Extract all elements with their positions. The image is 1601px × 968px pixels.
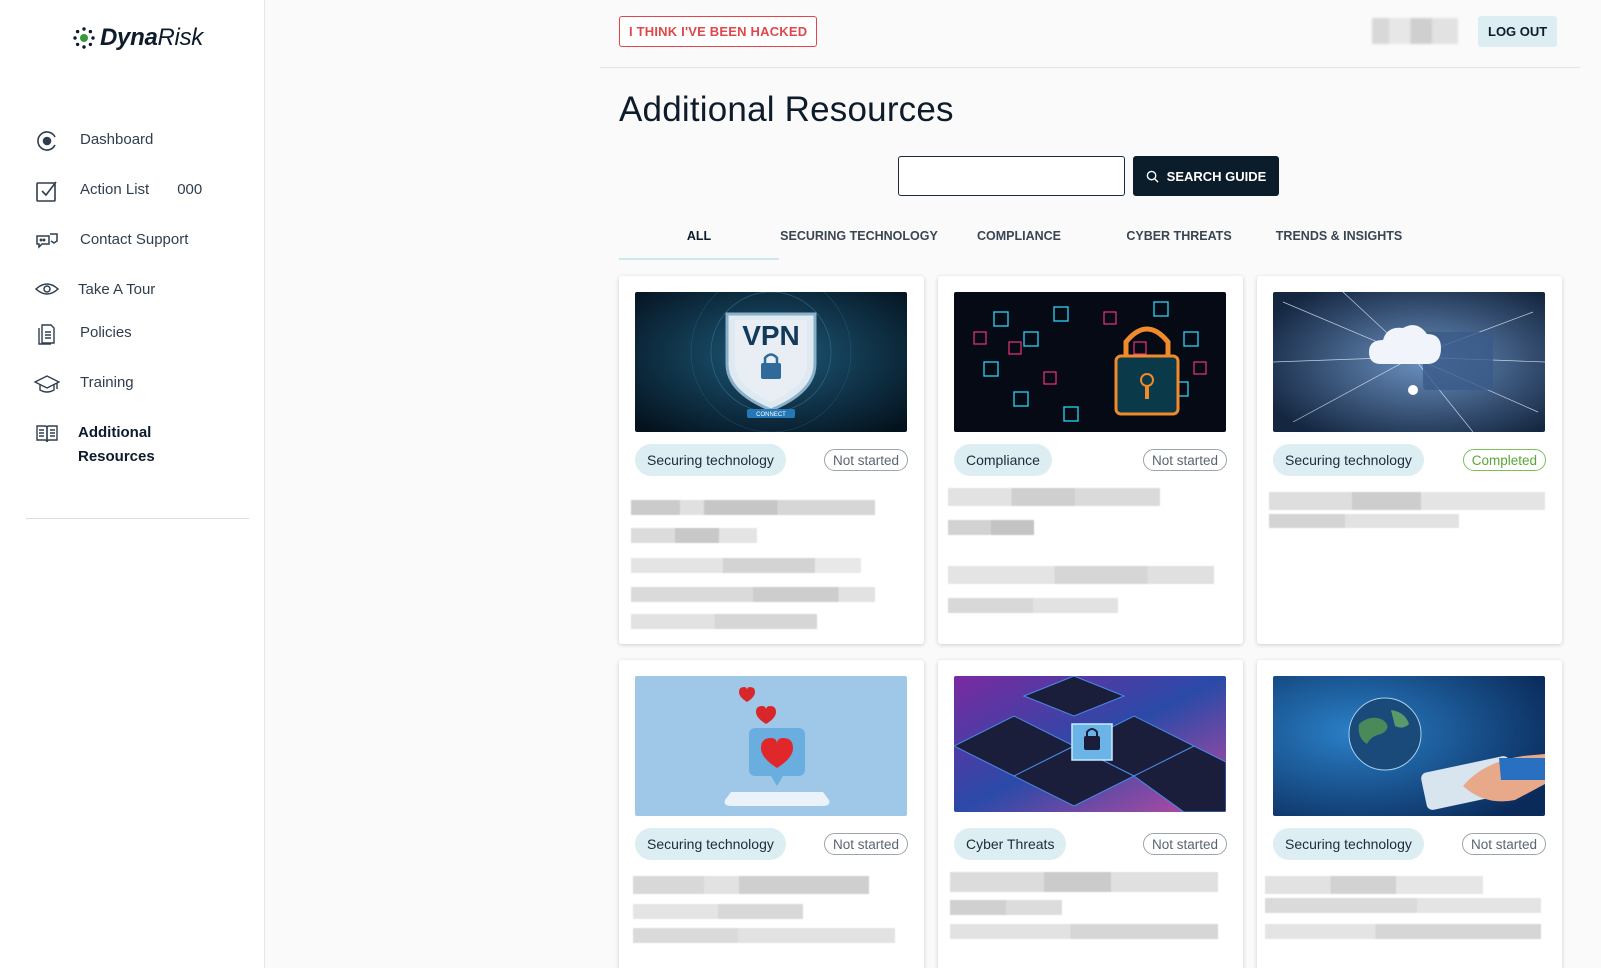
sidebar-item-contact-support[interactable]: Contact Support — [34, 228, 188, 254]
sidebar-item-label: Policies — [80, 324, 132, 341]
category-badge: Securing technology — [635, 444, 786, 476]
status-badge: Not started — [1142, 449, 1227, 471]
hacked-alert-button[interactable]: I THINK I'VE BEEN HACKED — [619, 16, 818, 47]
redacted-text — [950, 900, 1062, 915]
globe-tablet-image — [1273, 676, 1545, 816]
category-badge: Compliance — [954, 444, 1052, 476]
status-badge: Not started — [1142, 833, 1227, 855]
logo-gear-icon — [73, 27, 95, 49]
logo-text-bold: Dyna — [100, 24, 158, 51]
resource-card[interactable]: Compliance Not started — [938, 276, 1243, 644]
dashboard-icon — [34, 128, 60, 154]
redacted-text — [950, 872, 1218, 892]
sidebar-divider — [26, 518, 249, 519]
redacted-text — [950, 924, 1218, 939]
category-badge: Securing technology — [1273, 828, 1424, 860]
redacted-text — [1265, 898, 1541, 913]
resource-card[interactable]: Securing technology Not started — [619, 660, 924, 968]
logout-button[interactable]: LOG OUT — [1478, 16, 1558, 47]
svg-text:VPN: VPN — [742, 320, 800, 351]
tab-securing-technology[interactable]: SECURING TECHNOLOGY — [779, 224, 939, 260]
tab-trends-insights[interactable]: TRENDS & INSIGHTS — [1259, 224, 1419, 260]
tab-compliance[interactable]: COMPLIANCE — [939, 224, 1099, 260]
tab-cyber-threats[interactable]: CYBER THREATS — [1099, 224, 1259, 260]
user-name-redacted — [1372, 18, 1458, 44]
resource-card[interactable]: VPN CONNECT Securing technology Not star… — [619, 276, 924, 644]
category-tabs: ALL SECURING TECHNOLOGY COMPLIANCE CYBER… — [619, 224, 1559, 260]
sidebar-item-label: Action List — [80, 181, 150, 198]
status-badge: Completed — [1462, 449, 1546, 471]
cube-padlock-image — [954, 676, 1226, 812]
resource-card[interactable]: Securing technology Completed — [1257, 276, 1562, 644]
redacted-text — [1269, 492, 1545, 510]
redacted-text — [948, 520, 1034, 535]
redacted-text — [631, 500, 875, 515]
cloud-network-image — [1273, 292, 1545, 432]
redacted-text — [948, 598, 1118, 613]
category-badge: Cyber Threats — [954, 828, 1067, 860]
dynarisk-logo[interactable]: DynaRisk — [72, 24, 203, 52]
redacted-text — [1265, 924, 1541, 939]
redacted-text — [631, 614, 817, 629]
sidebar-item-training[interactable]: Training — [34, 371, 134, 397]
checklist-icon — [34, 178, 60, 204]
status-badge: Not started — [823, 833, 908, 855]
sidebar-item-label: Take A Tour — [78, 281, 156, 298]
redacted-text — [633, 904, 803, 919]
redacted-text — [631, 587, 875, 602]
graduation-cap-icon — [34, 371, 60, 397]
svg-text:CONNECT: CONNECT — [756, 412, 786, 418]
sidebar-item-label: Dashboard — [80, 131, 154, 148]
category-badge: Securing technology — [635, 828, 786, 860]
redacted-text — [948, 488, 1160, 506]
sidebar-item-label: Additional Resources — [78, 424, 155, 465]
redacted-text — [1269, 514, 1459, 528]
page-title: Additional Resources — [619, 90, 954, 129]
top-bar: I THINK I'VE BEEN HACKED LOG OUT — [600, 0, 1580, 68]
resource-card[interactable]: Securing technology Not started — [1257, 660, 1562, 968]
redacted-text — [948, 566, 1214, 584]
category-badge: Securing technology — [1273, 444, 1424, 476]
tab-all[interactable]: ALL — [619, 224, 779, 260]
search-button-label: SEARCH GUIDE — [1166, 168, 1267, 184]
sidebar-item-dashboard[interactable]: Dashboard — [34, 128, 153, 154]
logo-text-light: Risk — [157, 24, 204, 51]
eye-icon — [34, 278, 60, 304]
vpn-shield-image: VPN CONNECT — [635, 292, 907, 432]
sidebar-item-label: Contact Support — [80, 231, 189, 248]
status-badge: Not started — [823, 449, 908, 471]
sidebar-item-policies[interactable]: Policies — [34, 321, 132, 347]
book-icon — [34, 421, 60, 447]
sidebar: DynaRisk Dashboard Action List 000 Conta… — [0, 0, 265, 968]
redacted-text — [633, 928, 895, 943]
sidebar-item-label: Training — [80, 374, 134, 391]
sidebar-item-action-list[interactable]: Action List 000 — [34, 178, 202, 204]
redacted-text — [1265, 876, 1483, 894]
search-icon — [1146, 170, 1159, 183]
status-badge: Not started — [1461, 833, 1546, 855]
resource-card[interactable]: Cyber Threats Not started — [938, 660, 1243, 968]
circuit-padlock-image — [954, 292, 1226, 432]
search-guide-button[interactable]: SEARCH GUIDE — [1133, 156, 1279, 196]
redacted-text — [631, 558, 861, 573]
search-input[interactable] — [898, 156, 1125, 196]
action-list-count: 000 — [177, 181, 203, 198]
sidebar-item-take-a-tour[interactable]: Take A Tour — [34, 278, 155, 304]
redacted-text — [631, 528, 757, 543]
document-icon — [34, 321, 60, 347]
redacted-text — [633, 876, 869, 894]
support-chat-icon — [34, 228, 60, 254]
sidebar-item-additional-resources[interactable]: Additional Resources — [34, 421, 188, 469]
phone-hearts-image — [635, 676, 907, 816]
